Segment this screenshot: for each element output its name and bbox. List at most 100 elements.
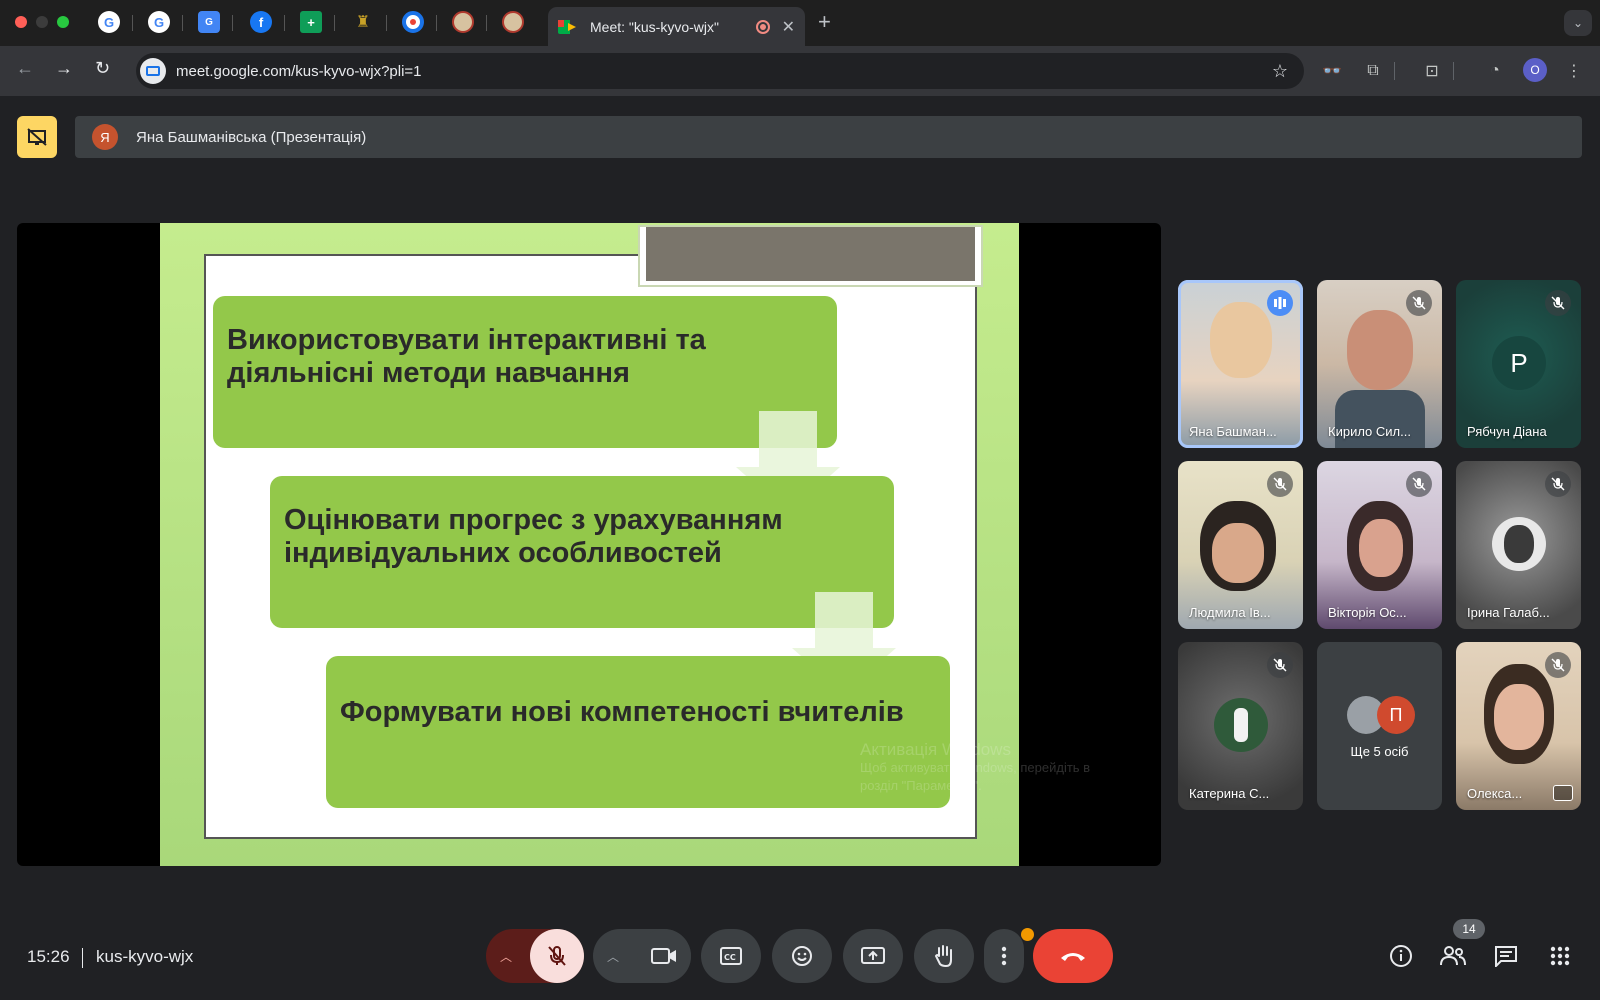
extensions-puzzle-icon[interactable]: ⧉ [1361, 59, 1385, 83]
tab-facebook-icon[interactable]: f [250, 11, 272, 33]
watermark-line: Щоб активувати Windows, перейдіть в [860, 760, 1091, 775]
participant-name: Кирило Сил... [1328, 424, 1411, 439]
tab-separator [232, 15, 233, 31]
reactions-button[interactable] [772, 929, 832, 983]
address-bar[interactable]: meet.google.com/kus-kyvo-wjx?pli=1 ☆ [136, 53, 1304, 89]
participant-name: Ірина Галаб... [1467, 605, 1550, 620]
participant-avatar: Р [1492, 336, 1546, 390]
tab-record-icon[interactable] [402, 11, 424, 33]
activities-button[interactable] [1545, 941, 1575, 971]
mic-toggle-button[interactable] [530, 929, 584, 983]
back-arrow-icon[interactable]: ← [16, 58, 34, 79]
participant-avatar: П [1377, 696, 1415, 734]
browser-tab-bar: G G G f + ♜ Meet: "kus-kyvo-wjx" ✕ + ⌄ [0, 0, 1600, 46]
mic-off-icon [1545, 471, 1571, 497]
video-options-chevron-icon[interactable]: ︿ [607, 948, 619, 965]
audio-options-chevron-icon[interactable]: ︿ [500, 948, 512, 965]
participant-tile[interactable]: Ірина Галаб... [1456, 461, 1581, 629]
picture-in-picture-icon[interactable] [1553, 785, 1573, 801]
tab-google-sheets-icon[interactable]: + [300, 11, 322, 33]
participant-video [1210, 302, 1272, 378]
leave-call-button[interactable] [1033, 929, 1113, 983]
meeting-details-button[interactable] [1386, 941, 1416, 971]
tab-google-icon[interactable]: G [98, 11, 120, 33]
profile-avatar[interactable]: O [1523, 58, 1547, 82]
raise-hand-button[interactable] [914, 929, 974, 983]
meet-page: Я Яна Башманівська (Презентація) Викорис… [0, 96, 1600, 1000]
closed-captions-icon: CC [720, 947, 742, 965]
chat-icon [1495, 946, 1517, 967]
tab-search-chevron-icon[interactable]: ⌄ [1564, 10, 1592, 36]
performance-icon[interactable]: ◔ [1483, 59, 1507, 83]
footer-separator [82, 948, 83, 968]
tab-google-translate-icon[interactable]: G [198, 11, 220, 33]
active-tab-title: Meet: "kus-kyvo-wjx" [590, 18, 719, 35]
slide-header-box [638, 225, 983, 287]
participant-name: Олекса... [1467, 786, 1523, 801]
mic-off-icon [1267, 471, 1293, 497]
participant-name: Яна Башман... [1189, 424, 1277, 439]
tab-separator [284, 15, 285, 31]
window-minimize-button[interactable] [36, 16, 48, 28]
address-url[interactable]: meet.google.com/kus-kyvo-wjx?pli=1 [176, 63, 1272, 80]
tab-separator [386, 15, 387, 31]
window-close-button[interactable] [15, 16, 27, 28]
tab-seal-icon[interactable] [452, 11, 474, 33]
tab-crest-icon[interactable]: ♜ [352, 11, 374, 33]
tab-separator [436, 15, 437, 31]
speaking-indicator-icon [1267, 290, 1293, 316]
participant-tile[interactable]: Людмила Ів... [1178, 461, 1303, 629]
participant-tile[interactable]: Олекса... [1456, 642, 1581, 810]
people-icon [1440, 946, 1466, 966]
screenshot-icon[interactable]: ⊡ [1420, 59, 1444, 83]
mic-off-icon [548, 946, 566, 966]
participant-tile[interactable]: Р Рябчун Діана [1456, 280, 1581, 448]
tab-separator [182, 15, 183, 31]
tab-close-icon[interactable]: ✕ [782, 17, 795, 37]
tab-meet-active[interactable]: Meet: "kus-kyvo-wjx" ✕ [548, 7, 805, 46]
site-info-icon[interactable] [140, 58, 166, 84]
stop-present-icon [27, 128, 47, 146]
slide-step-1: Використовувати інтерактивні та діяльніс… [213, 296, 837, 448]
mic-off-icon [1406, 290, 1432, 316]
watermark-title: Активація Windows [860, 740, 1011, 759]
participant-tile[interactable]: Катерина С... [1178, 642, 1303, 810]
tab-separator [132, 15, 133, 31]
browser-menu-icon[interactable]: ⋮ [1562, 59, 1586, 83]
tab-seal-icon[interactable] [502, 11, 524, 33]
hang-up-icon [1061, 953, 1085, 961]
chat-button[interactable] [1491, 941, 1521, 971]
people-button[interactable] [1438, 941, 1468, 971]
more-options-button[interactable] [984, 929, 1024, 983]
mic-off-icon [1267, 652, 1293, 678]
presentation-stage: Використовувати інтерактивні та діяльніс… [17, 223, 1161, 866]
participant-tile[interactable]: Кирило Сил... [1317, 280, 1442, 448]
raise-hand-icon [934, 945, 952, 968]
slide-step-2: Оцінювати прогрес з урахуванням індивіду… [270, 476, 894, 628]
slide-step-3: Формувати нові компетеності вчителів [326, 656, 950, 808]
more-vertical-icon [1001, 946, 1007, 966]
participant-avatar [1492, 517, 1546, 571]
camera-toggle-button[interactable] [637, 929, 691, 983]
tab-google-icon[interactable]: G [148, 11, 170, 33]
emoji-smile-icon [792, 946, 812, 966]
more-participants-tile[interactable]: П Ще 5 осіб [1317, 642, 1442, 810]
window-zoom-button[interactable] [57, 16, 69, 28]
present-screen-button[interactable] [843, 929, 903, 983]
forward-arrow-icon[interactable]: → [55, 58, 73, 79]
new-tab-button[interactable]: + [818, 9, 831, 35]
bookmark-star-icon[interactable]: ☆ [1272, 61, 1288, 82]
participant-tile[interactable]: Яна Башман... [1178, 280, 1303, 448]
browser-toolbar: ← → ↻ meet.google.com/kus-kyvo-wjx?pli=1… [0, 46, 1600, 96]
presentation-warning-button[interactable] [17, 116, 57, 158]
participant-name: Людмила Ів... [1189, 605, 1271, 620]
reload-icon[interactable]: ↻ [95, 58, 110, 79]
presenter-avatar: Я [92, 124, 118, 150]
avatar-stack: П [1347, 696, 1417, 734]
tab-separator [334, 15, 335, 31]
captions-button[interactable]: CC [701, 929, 761, 983]
svg-text:CC: CC [724, 953, 736, 962]
incognito-glasses-icon[interactable]: 👓 [1320, 59, 1344, 83]
toolbar-separator [1453, 62, 1454, 80]
participant-tile[interactable]: Вікторія Ос... [1317, 461, 1442, 629]
